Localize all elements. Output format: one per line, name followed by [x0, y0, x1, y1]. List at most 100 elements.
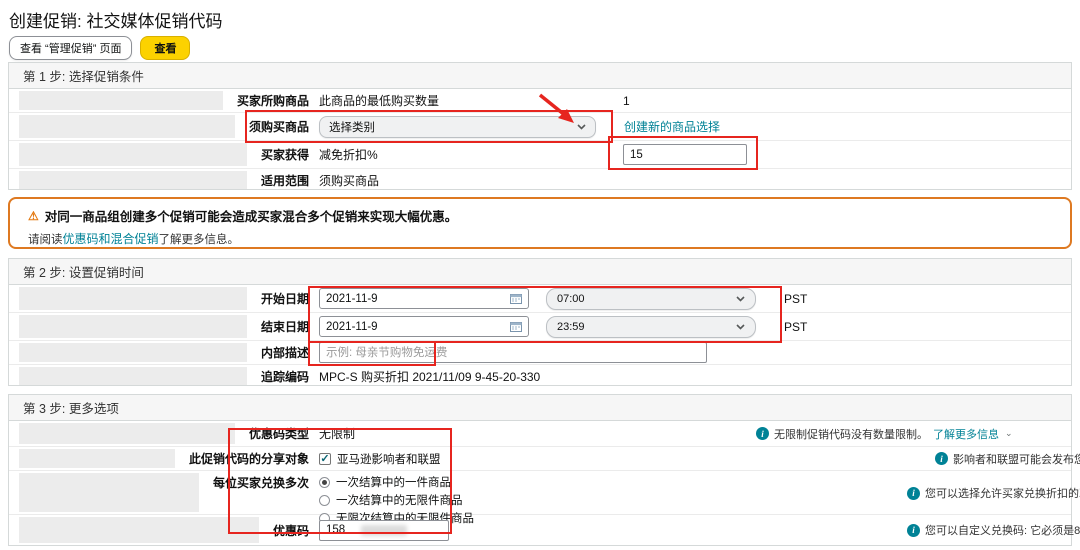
chevron-down-icon [577, 123, 586, 130]
radio-button[interactable] [319, 494, 330, 506]
promotion-create-page: 创建促销: 社交媒体促销代码 查看 “管理促销” 页面 查看 第 1 步: 选择… [0, 0, 1080, 550]
row-code-type: 优惠码类型 无限制 i 无限制促销代码没有数量限制。 了解更多信息 ⌄ [9, 421, 1071, 447]
tracking-code-value: MPC-S 购买折扣 2021/11/09 9-45-20-330 [319, 369, 541, 384]
row-share-target: 此促销代码的分享对象 ✓ 亚马逊影响者和联盟 i 影响者和联盟可能会发布您的促销… [9, 447, 1080, 471]
redacted-claim-code [361, 524, 407, 536]
learn-more-link[interactable]: 了解更多信息 [933, 426, 999, 442]
share-target-label: 此促销代码的分享对象 [188, 452, 309, 466]
row-purchased-items: 须购买商品 选择类别 创建新的商品选择 i 此促销类型仅能使用 ASIN 列表。… [9, 113, 1071, 141]
radio-option-1: 一次结算中的一件商品 [319, 474, 474, 490]
info-icon: i [907, 486, 920, 500]
buyer-purchases-value: 1 [623, 93, 630, 108]
internal-description-label: 内部描述 [260, 346, 309, 360]
start-time-select[interactable]: 07:00 [546, 287, 756, 310]
end-date-input[interactable]: 2021-11-9 [319, 316, 529, 337]
row-gray-bar [19, 449, 175, 468]
mixed-promotion-warning: ⚠ 对同一商品组创建多个促销可能会造成买家混合多个促销来实现大幅优惠。 请阅读优… [8, 197, 1072, 249]
warning-line2-suffix: 了解更多信息。 [158, 234, 240, 246]
row-tracking-code: 追踪编码 MPC-S 购买折扣 2021/11/09 9-45-20-330 [9, 365, 1071, 387]
row-gray-bar [19, 171, 247, 189]
calendar-icon [510, 322, 522, 332]
category-select[interactable]: 选择类别 [319, 115, 596, 138]
row-internal-description: 内部描述 [9, 341, 1071, 365]
row-gray-bar [19, 115, 235, 138]
end-date-value: 2021-11-9 [326, 320, 378, 333]
warning-text: 对同一商品组创建多个促销可能会造成买家混合多个促销来实现大幅优惠。 [44, 210, 458, 224]
share-target-info: i 影响者和联盟可能会发布您的促销消息以引导流量。参加此计划并不保证商品能够被投… [935, 451, 1080, 467]
category-select-value: 选择类别 [329, 121, 375, 134]
chevron-down-icon [736, 295, 745, 302]
row-gray-bar [19, 517, 259, 543]
code-type-label: 优惠码类型 [248, 427, 309, 441]
info-icon: i [935, 452, 948, 465]
discount-percent-input[interactable] [623, 144, 747, 165]
end-timezone: PST [784, 319, 808, 334]
row-buyer-purchases: 买家所购商品 此商品的最低购买数量 1 [9, 89, 1071, 113]
buyer-gets-label: 买家获得 [260, 148, 309, 162]
calendar-icon [510, 294, 522, 304]
start-date-value: 2021-11-9 [326, 292, 378, 305]
promo-codes-link[interactable]: 优惠码和混合促销 [63, 232, 159, 246]
row-gray-bar [19, 287, 247, 310]
claim-code-info: i 您可以自定义兑换码: 它必须是8-12个字符，包括数字前缀。 了解更多信息 … [907, 522, 1080, 538]
step2-header: 第 2 步: 设置促销时间 [9, 259, 1071, 285]
redemption-info-text: 您可以选择允许买家兑换折扣的次数。 [925, 488, 1080, 500]
claim-code-info-text: 您可以自定义兑换码: 它必须是8-12个字符，包括数字前缀。 [925, 525, 1080, 537]
applies-to-value: 须购买商品 [319, 173, 380, 188]
code-type-info-text: 无限制促销代码没有数量限制。 [774, 428, 928, 441]
radio-option-2: 一次结算中的无限件商品 [319, 492, 474, 508]
start-date-input[interactable]: 2021-11-9 [319, 288, 529, 309]
view-manage-promotions-button[interactable]: 查看 “管理促销” 页面 [9, 36, 133, 60]
end-time-value: 23:59 [557, 320, 585, 333]
step1-header: 第 1 步: 选择促销条件 [9, 63, 1071, 89]
row-start-date: 开始日期 2021-11-9 07:00 PST [9, 285, 1071, 313]
start-timezone: PST [784, 291, 808, 306]
buyer-purchases-label: 买家所购商品 [236, 94, 309, 108]
influencer-checkbox-label: 亚马逊影响者和联盟 [337, 453, 441, 466]
step2-card: 第 2 步: 设置促销时间 开始日期 2021-11-9 07:00 PST 结… [8, 258, 1072, 386]
end-date-label: 结束日期 [260, 320, 309, 334]
step3-card: 第 3 步: 更多选项 优惠码类型 无限制 i 无限制促销代码没有数量限制。 了… [8, 394, 1080, 546]
row-buyer-gets: 买家获得 减免折扣% [9, 141, 1071, 169]
row-gray-bar [19, 423, 235, 444]
start-date-label: 开始日期 [260, 292, 309, 306]
code-type-value: 无限制 [319, 427, 356, 441]
top-actions: 查看 “管理促销” 页面 查看 [9, 36, 191, 60]
chevron-down-icon: ⌄ [1005, 428, 1013, 438]
purchased-items-label: 须购买商品 [248, 120, 309, 134]
applies-to-label: 适用范围 [260, 173, 309, 188]
row-gray-bar [19, 315, 247, 338]
step3-header: 第 3 步: 更多选项 [9, 395, 1071, 421]
row-gray-bar [19, 343, 247, 362]
warning-icon: ⚠ [28, 208, 39, 223]
chevron-down-icon [736, 323, 745, 330]
claim-code-label: 优惠码 [272, 523, 309, 538]
row-claim-code: 优惠码 i 您可以自定义兑换码: 它必须是8-12个字符，包括数字前缀。 了解更… [9, 515, 1080, 545]
buyer-purchases-desc: 此商品的最低购买数量 [319, 94, 440, 108]
end-time-select[interactable]: 23:59 [546, 315, 756, 338]
code-type-info: i 无限制促销代码没有数量限制。 了解更多信息 ⌄ [756, 426, 1013, 442]
view-button[interactable]: 查看 [140, 36, 191, 60]
info-icon: i [756, 427, 769, 440]
redemption-info: i 您可以选择允许买家兑换折扣的次数。 了解更多信息 ⌄ [907, 485, 1080, 501]
row-gray-bar [19, 91, 223, 110]
row-gray-bar [19, 473, 199, 512]
radio-label: 一次结算中的一件商品 [336, 477, 451, 489]
redemption-label: 每位买家兑换多次 [212, 476, 309, 490]
step1-card: 第 1 步: 选择促销条件 买家所购商品 此商品的最低购买数量 1 须购买商品 … [8, 62, 1072, 190]
create-product-selection-link[interactable]: 创建新的商品选择 [624, 118, 720, 135]
internal-description-input[interactable] [319, 342, 707, 363]
row-redemption: 每位买家兑换多次 一次结算中的一件商品 一次结算中的无限件商品 无限次结算中的无… [9, 471, 1080, 525]
page-title: 创建促销: 社交媒体促销代码 [9, 12, 223, 31]
row-gray-bar [19, 143, 247, 166]
influencer-checkbox[interactable]: ✓ [319, 452, 331, 465]
warning-line2-prefix: 请阅读 [28, 234, 63, 246]
info-icon: i [907, 523, 920, 537]
radio-button[interactable] [319, 476, 330, 488]
row-applies-to: 适用范围 须购买商品 [9, 169, 1071, 191]
row-end-date: 结束日期 2021-11-9 23:59 PST [9, 313, 1071, 341]
start-time-value: 07:00 [557, 292, 585, 305]
share-target-info-text: 影响者和联盟可能会发布您的促销消息以引导流量。参加此计划并不保证商品能够被投放。 [953, 453, 1080, 466]
tracking-code-label: 追踪编码 [260, 369, 309, 384]
radio-label: 一次结算中的无限件商品 [336, 495, 463, 507]
